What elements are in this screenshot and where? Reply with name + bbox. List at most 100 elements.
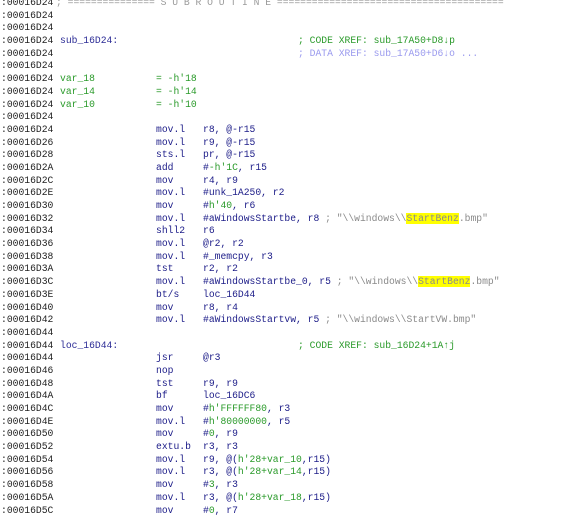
operand[interactable]: r3, @(: [203, 466, 238, 477]
mnemonic: mov: [156, 505, 173, 517]
address: :00016D24: [1, 48, 53, 61]
listing-line[interactable]: :00016D4Emov.l#h'80000000, r5: [0, 416, 583, 429]
operand[interactable]: #aWindowsStartbe_0, r5: [203, 276, 337, 287]
address: :00016D3C: [1, 276, 53, 289]
listing-line[interactable]: :00016D24var_10= -h'10: [0, 99, 583, 112]
operand[interactable]: , r15: [238, 162, 267, 173]
address: :00016D34: [1, 225, 53, 238]
address: :00016D56: [1, 466, 53, 479]
listing-line[interactable]: :00016D48tstr9, r9: [0, 378, 583, 391]
mnemonic: tst: [156, 263, 173, 276]
listing-line[interactable]: :00016D28sts.lpr, @-r15: [0, 149, 583, 162]
xref-link[interactable]: ; CODE XREF: sub_17A50+D8↓p: [298, 35, 455, 46]
operand[interactable]: r9, @(: [203, 454, 238, 465]
operand[interactable]: r9, @-r15: [203, 137, 255, 148]
operands: r3, @(h'28+var_14,r15): [203, 466, 331, 479]
listing-line[interactable]: :00016D4Abfloc_16DC6: [0, 390, 583, 403]
listing-line[interactable]: :00016D24var_18= -h'18: [0, 73, 583, 86]
operand[interactable]: r4, r9: [203, 175, 238, 186]
operand[interactable]: , r6: [232, 200, 255, 211]
listing-line[interactable]: :00016D44jsr@r3: [0, 352, 583, 365]
listing-line[interactable]: :00016D34shll2r6: [0, 225, 583, 238]
listing-line[interactable]: :00016D3Cmov.l#aWindowsStartbe_0, r5 ; "…: [0, 276, 583, 289]
operand[interactable]: #aWindowsStartvw, r5: [203, 314, 325, 325]
listing-line[interactable]: :00016D3Atstr2, r2: [0, 263, 583, 276]
listing-line[interactable]: :00016D24sub_16D24:; CODE XREF: sub_17A5…: [0, 35, 583, 48]
listing-line[interactable]: :00016D2Cmovr4, r9: [0, 175, 583, 188]
listing-line[interactable]: :00016D24 ; DATA XREF: sub_17A50+D6↓o ...: [0, 48, 583, 61]
address: :00016D3E: [1, 289, 53, 302]
listing-line[interactable]: :00016D44loc_16D44:; CODE XREF: sub_16D2…: [0, 340, 583, 353]
listing-line[interactable]: :00016D36mov.l@r2, r2: [0, 238, 583, 251]
stack-variable[interactable]: var_14: [60, 86, 95, 99]
listing-line[interactable]: :00016D24: [0, 10, 583, 23]
address: :00016D4A: [1, 390, 53, 403]
operand[interactable]: , r9: [215, 428, 238, 439]
address: :00016D24: [1, 86, 53, 99]
operand[interactable]: , r5: [267, 416, 290, 427]
listing-line[interactable]: :00016D38mov.l#_memcpy, r3: [0, 251, 583, 264]
operand[interactable]: , r3: [215, 479, 238, 490]
xref-link[interactable]: ; CODE XREF: sub_16D24+1A↑j: [298, 340, 455, 351]
stack-variable[interactable]: var_18: [60, 73, 95, 86]
operands: r6: [203, 225, 215, 238]
listing-line[interactable]: :00016D5Amov.lr3, @(h'28+var_18,r15): [0, 492, 583, 505]
operand[interactable]: r9, r9: [203, 378, 238, 389]
listing-line[interactable]: :00016D40movr8, r4: [0, 302, 583, 315]
listing-line[interactable]: :00016D26mov.lr9, @-r15: [0, 137, 583, 150]
listing-line[interactable]: :00016D56mov.lr3, @(h'28+var_14,r15): [0, 466, 583, 479]
operands: #h'FFFFFF80, r3: [203, 403, 290, 416]
listing-line[interactable]: :00016D58mov#3, r3: [0, 479, 583, 492]
operand[interactable]: pr, @-r15: [203, 149, 255, 160]
operand[interactable]: ,r15): [302, 466, 331, 477]
operand[interactable]: #aWindowsStartbe, r8: [203, 213, 325, 224]
operand[interactable]: ,r15): [302, 454, 331, 465]
operand[interactable]: r3, r3: [203, 441, 238, 452]
listing-line[interactable]: :00016D30mov#h'40, r6: [0, 200, 583, 213]
operand[interactable]: loc_16D44: [203, 289, 255, 300]
operands: r9, @(h'28+var_10,r15): [203, 454, 331, 467]
operand[interactable]: , r3: [267, 403, 290, 414]
listing-line[interactable]: :00016D24: [0, 22, 583, 35]
listing-line[interactable]: :00016D24: [0, 60, 583, 73]
operand[interactable]: @r3: [203, 352, 220, 363]
xref-link[interactable]: ; DATA XREF: sub_17A50+D6↓o ...: [298, 48, 478, 59]
code-label[interactable]: loc_16D44:: [60, 340, 118, 353]
operand[interactable]: #_memcpy, r3: [203, 251, 273, 262]
operand[interactable]: r8, @-r15: [203, 124, 255, 135]
listing-line[interactable]: :00016D42mov.l#aWindowsStartvw, r5 ; "\\…: [0, 314, 583, 327]
operand[interactable]: , r7: [215, 505, 238, 516]
listing-line[interactable]: :00016D24; =============== S U B R O U T…: [0, 0, 583, 10]
operand[interactable]: r3, @(: [203, 492, 238, 503]
operand[interactable]: #unk_1A250, r2: [203, 187, 284, 198]
operand[interactable]: r8, r4: [203, 302, 238, 313]
operand: -h'1C: [209, 162, 238, 173]
operand[interactable]: loc_16DC6: [203, 390, 255, 401]
listing-line[interactable]: :00016D32mov.l#aWindowsStartbe, r8 ; "\\…: [0, 213, 583, 226]
operand[interactable]: r6: [203, 225, 215, 236]
listing-line[interactable]: :00016D46nop: [0, 365, 583, 378]
address: :00016D48: [1, 378, 53, 391]
address: :00016D2C: [1, 175, 53, 188]
disassembly-listing[interactable]: :00016D24; =============== S U B R O U T…: [0, 0, 583, 517]
listing-line[interactable]: :00016D50mov#0, r9: [0, 428, 583, 441]
mnemonic: mov: [156, 479, 173, 492]
operand[interactable]: ,r15): [302, 492, 331, 503]
operand[interactable]: r2, r2: [203, 263, 238, 274]
listing-line[interactable]: :00016D4Cmov#h'FFFFFF80, r3: [0, 403, 583, 416]
address: :00016D46: [1, 365, 53, 378]
listing-line[interactable]: :00016D5Cmov#0, r7: [0, 505, 583, 517]
code-label[interactable]: sub_16D24:: [60, 35, 118, 48]
listing-line[interactable]: :00016D3Ebt/sloc_16D44: [0, 289, 583, 302]
listing-line[interactable]: :00016D52extu.br3, r3: [0, 441, 583, 454]
listing-line[interactable]: :00016D2Aadd#-h'1C, r15: [0, 162, 583, 175]
listing-line[interactable]: :00016D54mov.lr9, @(h'28+var_10,r15): [0, 454, 583, 467]
listing-line[interactable]: :00016D2Emov.l#unk_1A250, r2: [0, 187, 583, 200]
stack-variable[interactable]: var_10: [60, 99, 95, 112]
mnemonic: mov.l: [156, 213, 185, 226]
listing-line[interactable]: :00016D24: [0, 111, 583, 124]
listing-line[interactable]: :00016D24var_14= -h'14: [0, 86, 583, 99]
listing-line[interactable]: :00016D24mov.lr8, @-r15: [0, 124, 583, 137]
listing-line[interactable]: :00016D44: [0, 327, 583, 340]
operand[interactable]: @r2, r2: [203, 238, 244, 249]
